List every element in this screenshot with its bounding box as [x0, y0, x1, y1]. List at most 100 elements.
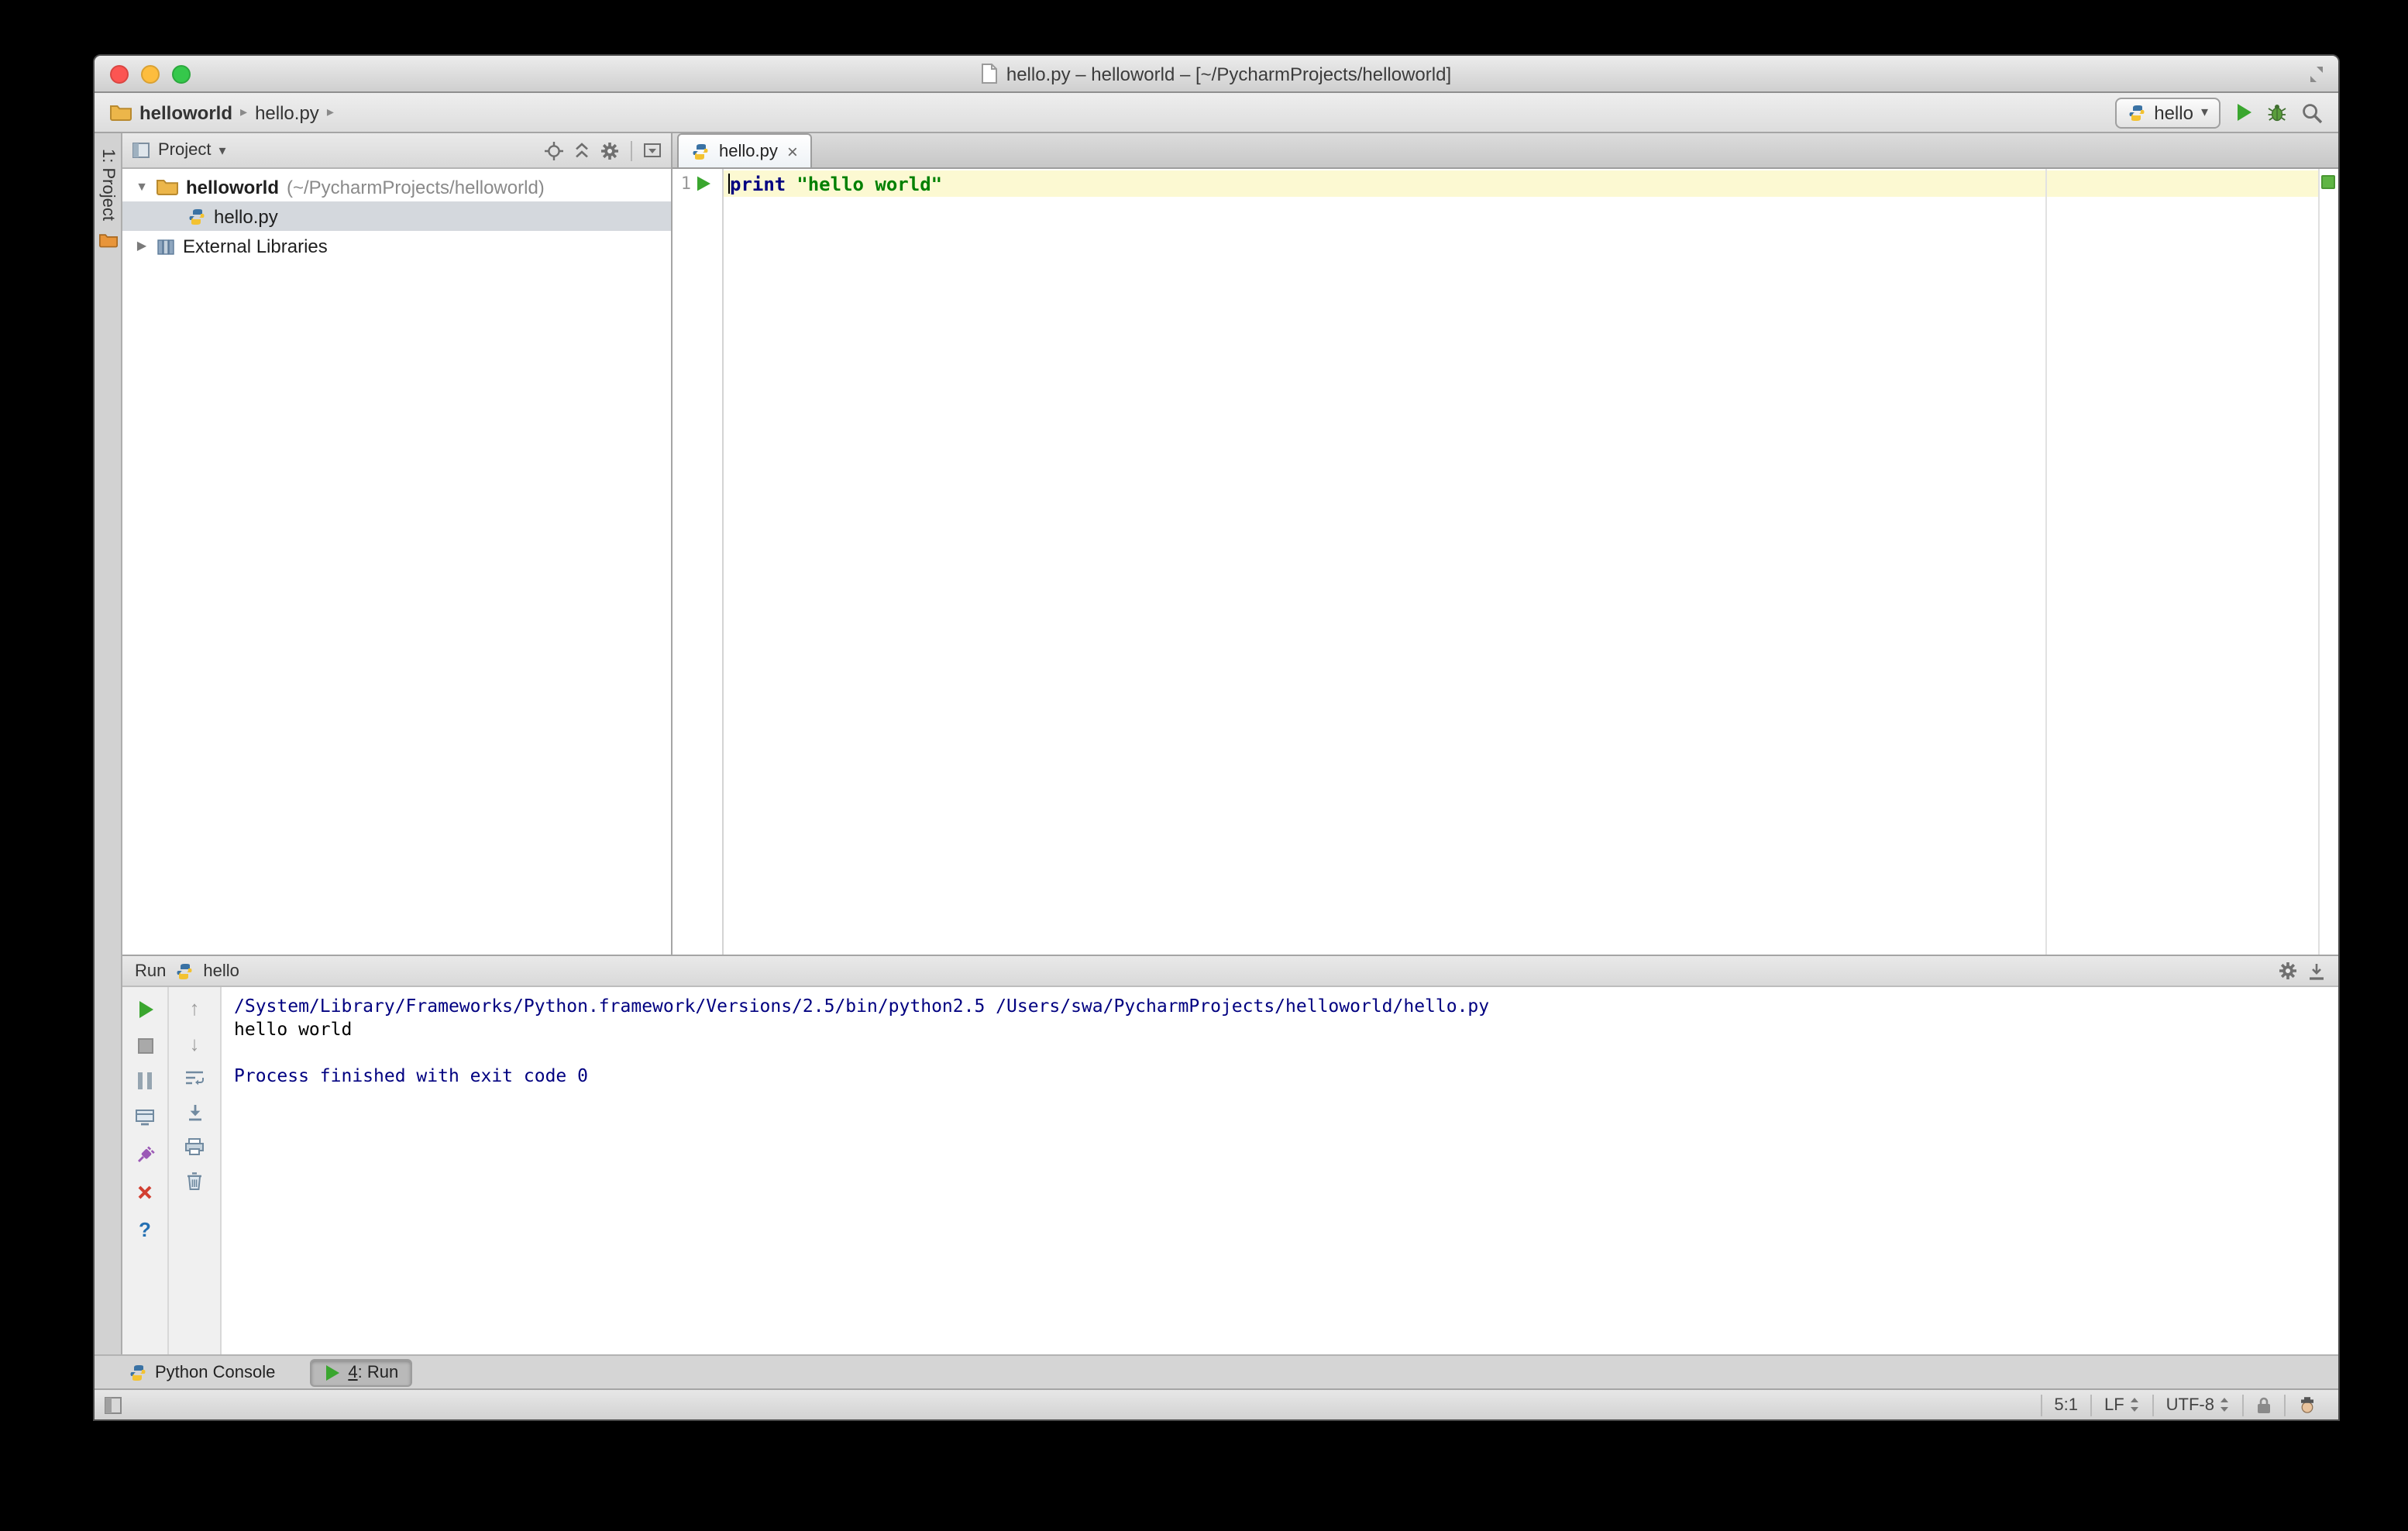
readonly-lock-widget[interactable] — [2242, 1394, 2284, 1416]
python-icon — [177, 963, 192, 979]
scroll-to-end-button[interactable] — [185, 1103, 204, 1122]
rerun-button[interactable] — [136, 999, 154, 1020]
clear-console-button[interactable] — [186, 1171, 203, 1190]
error-stripe[interactable] — [2318, 169, 2338, 955]
python-file-icon — [189, 208, 205, 224]
folder-icon — [157, 180, 178, 195]
collapse-all-button[interactable] — [572, 140, 592, 160]
search-icon — [2303, 103, 2323, 123]
expand-arrow-icon[interactable]: ▼ — [135, 180, 149, 194]
breadcrumb-project[interactable]: helloworld — [139, 101, 232, 123]
run-settings-button[interactable] — [2278, 961, 2298, 981]
search-everywhere-button[interactable] — [2301, 101, 2323, 123]
collapse-arrow-icon[interactable]: ▶ — [135, 239, 149, 253]
lock-icon — [2258, 1396, 2270, 1412]
project-toolwindow-icon[interactable] — [98, 233, 117, 249]
breadcrumb-file[interactable]: hello.py — [255, 101, 319, 123]
line-separator-widget[interactable]: LF — [2090, 1394, 2152, 1416]
chevron-down-icon: ▾ — [218, 142, 226, 157]
tree-row-root[interactable]: ▼ helloworld (~/PycharmProjects/hellowor… — [122, 172, 671, 201]
help-button[interactable]: ? — [139, 1220, 151, 1240]
run-tab-suffix: : Run — [357, 1363, 399, 1381]
project-root-name: helloworld — [186, 176, 279, 198]
code-area[interactable]: print "hello world" — [724, 169, 2318, 955]
python-file-icon — [693, 143, 708, 159]
project-panel-header: Project ▾ — [122, 133, 671, 169]
run-toolwindow-header: Run hello — [122, 956, 2338, 987]
debug-button[interactable] — [2267, 102, 2287, 122]
traffic-lights — [95, 64, 191, 83]
console-toolbar: ↑ ↓ — [169, 987, 222, 1354]
close-window-button[interactable] — [110, 64, 129, 83]
console-line: hello world — [234, 1018, 353, 1040]
pause-icon — [147, 1072, 152, 1089]
hide-run-panel-button[interactable] — [2307, 962, 2326, 980]
run-toolwindow: Run hello ? ↑ ↓ /System/Library/Framewor… — [122, 955, 2338, 1354]
tree-file-name: hello.py — [214, 205, 278, 227]
scroll-to-end-icon — [188, 1105, 201, 1121]
python-console-toolwindow-button[interactable]: Python Console — [116, 1358, 287, 1386]
trash-icon — [187, 1172, 201, 1190]
run-console-output[interactable]: /System/Library/Frameworks/Python.framew… — [222, 987, 2338, 1354]
hide-panel-button[interactable] — [643, 141, 662, 160]
statusbar-widgets: 5:1 LF UTF-8 — [2040, 1390, 2329, 1419]
encoding-value: UTF-8 — [2165, 1395, 2214, 1414]
run-icon — [2238, 104, 2251, 121]
toolwindow-switcher-button[interactable] — [104, 1395, 122, 1414]
project-root-path: (~/PycharmProjects/helloworld) — [287, 176, 545, 198]
project-panel-title[interactable]: Project — [158, 141, 212, 160]
run-tab-mnemonic: 4 — [348, 1363, 358, 1381]
navbar-actions: hello ▾ — [2115, 97, 2323, 128]
plug-icon — [138, 1146, 155, 1162]
next-occurrence-button[interactable]: ↓ — [190, 1034, 200, 1054]
minimize-window-button[interactable] — [141, 64, 160, 83]
gear-icon — [601, 142, 618, 159]
editor-gutter: 1 — [673, 169, 724, 955]
title-bar[interactable]: hello.py – helloworld – [~/PycharmProjec… — [95, 56, 2338, 93]
prev-occurrence-button[interactable]: ↑ — [190, 998, 200, 1018]
caret-position-widget[interactable]: 5:1 — [2040, 1394, 2090, 1416]
close-tab-icon[interactable]: × — [787, 142, 798, 160]
show-console-button[interactable] — [135, 1108, 155, 1127]
pause-icon — [138, 1072, 143, 1089]
run-configuration-select[interactable]: hello ▾ — [2115, 97, 2221, 128]
stop-button[interactable] — [137, 1038, 153, 1054]
run-button[interactable] — [2234, 102, 2253, 122]
inspections-profile-widget[interactable] — [2284, 1394, 2329, 1416]
editor-tab-hello-py[interactable]: hello.py × — [677, 133, 812, 167]
hide-panel-icon — [2310, 963, 2324, 979]
collapse-all-icon — [576, 142, 588, 157]
breadcrumb: helloworld ▸ hello.py ▸ — [110, 101, 334, 123]
project-tree: ▼ helloworld (~/PycharmProjects/hellowor… — [122, 169, 671, 260]
run-line-marker-icon[interactable] — [696, 175, 711, 192]
crosshair-icon — [545, 141, 563, 160]
tree-row-file[interactable]: hello.py — [122, 201, 671, 231]
current-line: print "hello world" — [724, 170, 2318, 197]
pause-output-button[interactable] — [138, 1072, 152, 1089]
panel-settings-button[interactable] — [600, 140, 620, 160]
external-libraries-label: External Libraries — [183, 235, 328, 256]
bug-icon — [2268, 105, 2286, 122]
tree-row-external-libraries[interactable]: ▶ External Libraries — [122, 231, 671, 260]
line-separator-value: LF — [2104, 1395, 2124, 1414]
fullscreen-button[interactable] — [2307, 64, 2326, 83]
close-run-button[interactable] — [136, 1184, 153, 1201]
encoding-widget[interactable]: UTF-8 — [2152, 1394, 2242, 1416]
rerun-icon — [139, 1001, 153, 1018]
hector-icon — [2301, 1396, 2313, 1412]
console-icon — [136, 1110, 154, 1126]
zoom-window-button[interactable] — [172, 64, 191, 83]
attach-debugger-button[interactable] — [135, 1145, 155, 1165]
header-divider — [631, 140, 632, 160]
hide-panel-icon — [644, 143, 661, 157]
main-row: Project ▾ ▼ helloworld (~/PycharmProject… — [122, 133, 2338, 955]
window-title: hello.py – helloworld – [~/PycharmProjec… — [1006, 63, 1452, 84]
updown-icon — [2130, 1398, 2138, 1412]
locate-file-button[interactable] — [544, 140, 564, 160]
print-button[interactable] — [184, 1137, 205, 1156]
inspection-status-indicator[interactable] — [2321, 175, 2335, 189]
soft-wrap-button[interactable] — [184, 1069, 205, 1088]
project-toolwindow-button[interactable]: 1: Project — [98, 149, 117, 221]
run-toolwindow-button[interactable]: 4: Run — [309, 1358, 413, 1386]
